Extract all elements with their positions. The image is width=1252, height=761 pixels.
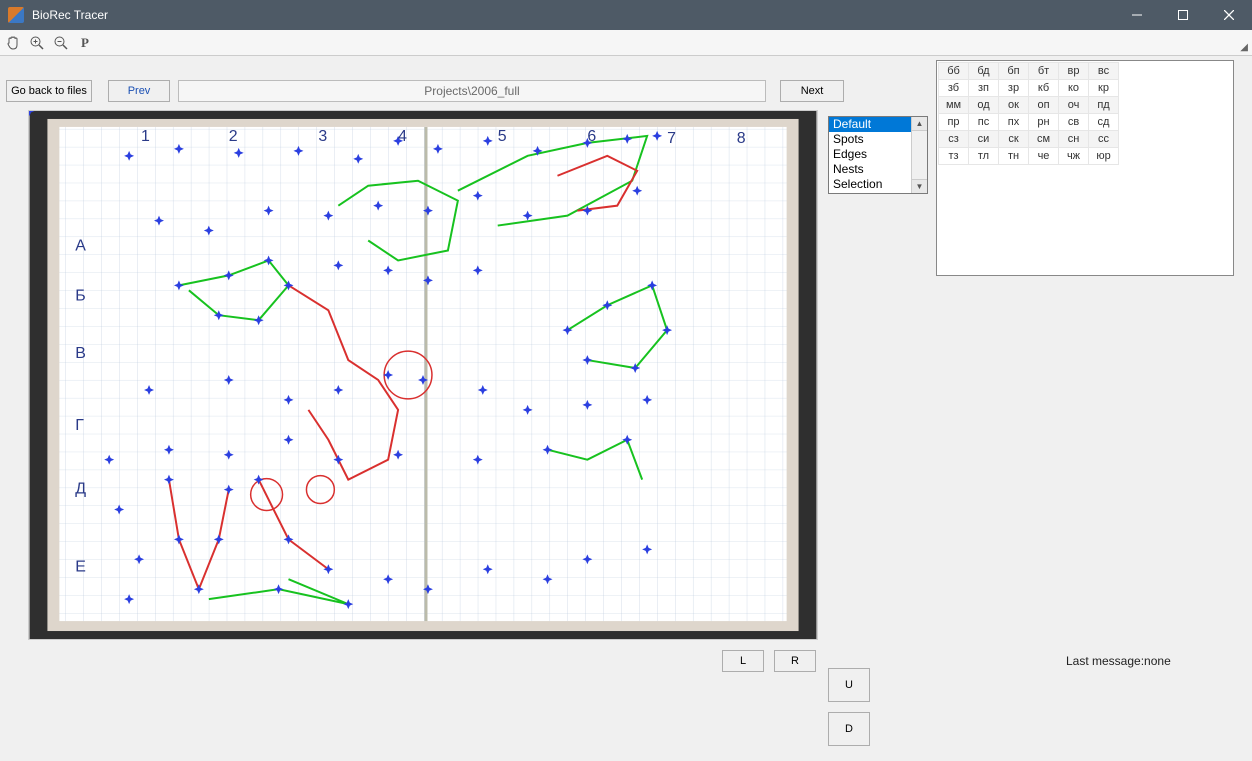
close-button[interactable] <box>1206 0 1252 30</box>
prev-button[interactable]: Prev <box>108 80 170 102</box>
code-cell[interactable]: бб <box>939 63 969 80</box>
window-title: BioRec Tracer <box>32 8 1114 22</box>
code-cell[interactable]: св <box>1059 114 1089 131</box>
code-cell[interactable]: чж <box>1059 148 1089 165</box>
code-cell[interactable]: вс <box>1089 63 1119 80</box>
svg-text:А: А <box>75 237 86 254</box>
code-cell[interactable]: вр <box>1059 63 1089 80</box>
toolstrip: P ◢ <box>0 30 1252 56</box>
code-cell[interactable]: пх <box>999 114 1029 131</box>
svg-text:4: 4 <box>398 128 407 145</box>
code-cell[interactable]: сс <box>1089 131 1119 148</box>
code-cell[interactable]: сд <box>1089 114 1119 131</box>
code-grid[interactable]: бббдбпбтврвс збзпзркбкокр ммодокопочпд прпс… <box>936 60 1234 276</box>
image-canvas[interactable]: А Б В Г Д Е 1 2 3 4 5 6 7 8 <box>28 110 818 640</box>
go-back-button[interactable]: Go back to files <box>6 80 92 102</box>
pan-down-button[interactable]: D <box>828 712 870 746</box>
svg-text:3: 3 <box>318 128 327 145</box>
zoom-in-icon[interactable] <box>28 34 46 52</box>
code-cell[interactable]: бт <box>1029 63 1059 80</box>
svg-text:Д: Д <box>75 481 86 498</box>
code-cell[interactable]: ск <box>999 131 1029 148</box>
maximize-button[interactable] <box>1160 0 1206 30</box>
svg-text:8: 8 <box>737 130 746 147</box>
code-cell[interactable]: сз <box>939 131 969 148</box>
listbox-scrollbar[interactable]: ▲ ▼ <box>911 117 927 193</box>
code-cell[interactable]: бп <box>999 63 1029 80</box>
pan-left-button[interactable]: L <box>722 650 764 672</box>
code-cell[interactable]: юр <box>1089 148 1119 165</box>
next-button[interactable]: Next <box>780 80 844 102</box>
titlebar: BioRec Tracer <box>0 0 1252 30</box>
code-cell[interactable]: ок <box>999 97 1029 114</box>
code-cell[interactable]: рн <box>1029 114 1059 131</box>
code-cell[interactable]: си <box>969 131 999 148</box>
hand-tool-icon[interactable] <box>4 34 22 52</box>
minimize-button[interactable] <box>1114 0 1160 30</box>
flag-icon[interactable]: P <box>76 34 94 52</box>
code-table: бббдбпбтврвс збзпзркбкокр ммодокопочпд прпс… <box>938 62 1119 165</box>
code-cell[interactable]: зб <box>939 80 969 97</box>
code-cell[interactable]: кб <box>1029 80 1059 97</box>
last-message-caption: Last message: <box>1066 654 1144 668</box>
code-cell[interactable]: пд <box>1089 97 1119 114</box>
code-cell[interactable]: оч <box>1059 97 1089 114</box>
code-cell[interactable]: тн <box>999 148 1029 165</box>
code-cell[interactable]: зп <box>969 80 999 97</box>
layer-listbox[interactable]: Default Spots Edges Nests Selection ▲ ▼ <box>828 116 928 194</box>
svg-text:6: 6 <box>587 128 596 145</box>
svg-text:5: 5 <box>498 128 507 145</box>
pan-right-button[interactable]: R <box>774 650 816 672</box>
code-cell[interactable]: пс <box>969 114 999 131</box>
code-cell[interactable]: см <box>1029 131 1059 148</box>
code-cell[interactable]: тз <box>939 148 969 165</box>
code-cell[interactable]: тл <box>969 148 999 165</box>
svg-text:1: 1 <box>141 128 150 145</box>
svg-text:Б: Б <box>75 287 85 304</box>
svg-text:2: 2 <box>229 128 238 145</box>
code-cell[interactable]: бд <box>969 63 999 80</box>
code-cell[interactable]: од <box>969 97 999 114</box>
pan-up-button[interactable]: U <box>828 668 870 702</box>
svg-text:Г: Г <box>75 417 84 434</box>
svg-text:7: 7 <box>667 130 676 147</box>
app-logo-icon <box>8 7 24 23</box>
code-cell[interactable]: кр <box>1089 80 1119 97</box>
code-cell[interactable]: сн <box>1059 131 1089 148</box>
code-cell[interactable]: зр <box>999 80 1029 97</box>
last-message-label: Last message:none <box>1066 654 1171 668</box>
code-cell[interactable]: че <box>1029 148 1059 165</box>
toolstrip-expand-icon[interactable]: ◢ <box>1240 42 1248 53</box>
code-cell[interactable]: мм <box>939 97 969 114</box>
scroll-down-icon[interactable]: ▼ <box>912 179 927 193</box>
code-cell[interactable]: оп <box>1029 97 1059 114</box>
svg-text:Е: Е <box>75 558 86 575</box>
svg-text:В: В <box>75 345 86 362</box>
project-path-display: Projects\2006_full <box>178 80 766 102</box>
last-message-value: none <box>1144 654 1171 668</box>
code-cell[interactable]: пр <box>939 114 969 131</box>
code-cell[interactable]: ко <box>1059 80 1089 97</box>
scroll-up-icon[interactable]: ▲ <box>912 117 927 131</box>
zoom-out-icon[interactable] <box>52 34 70 52</box>
workarea: Go back to files Prev Projects\2006_full… <box>0 56 1252 761</box>
